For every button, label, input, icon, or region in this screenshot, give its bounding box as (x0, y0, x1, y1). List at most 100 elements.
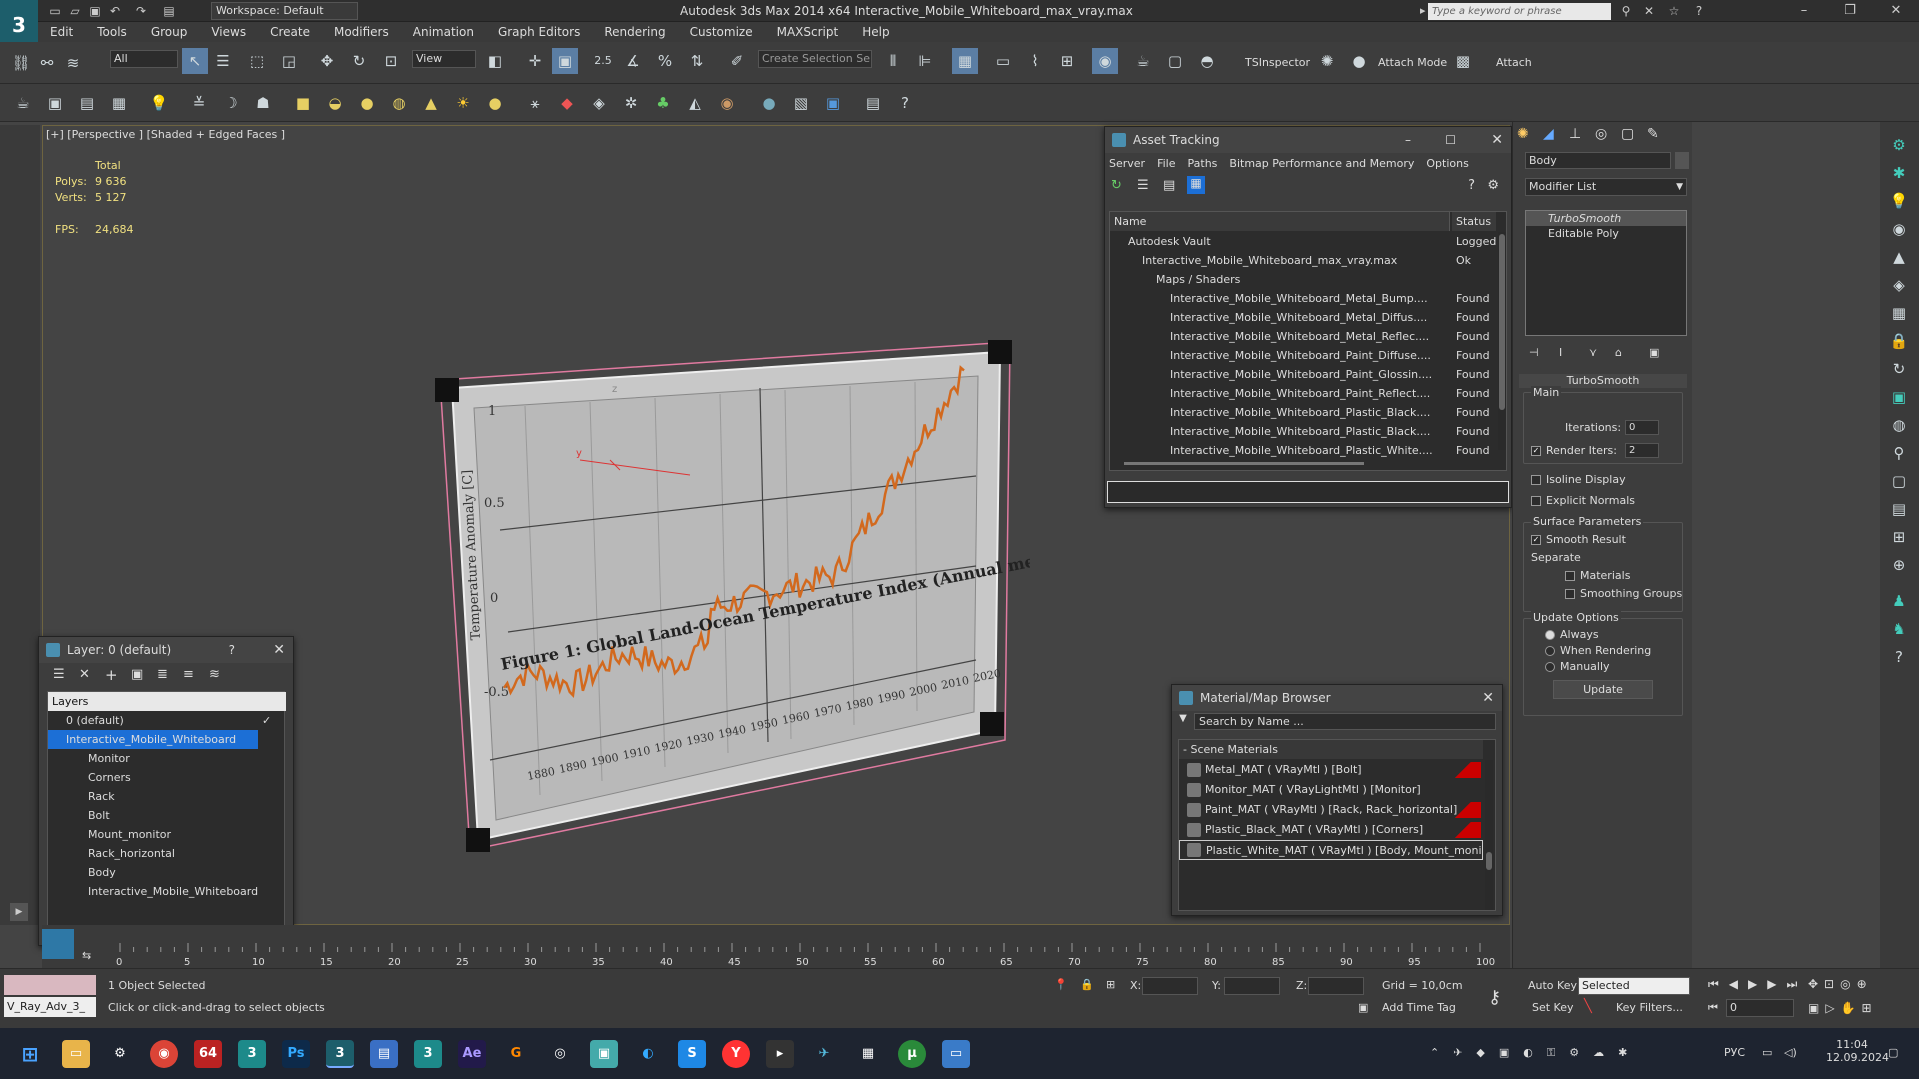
layer-current-check[interactable] (262, 844, 278, 863)
toolbar-help-icon[interactable]: ? (892, 90, 918, 116)
file-explorer-icon[interactable]: ▭ (62, 1040, 90, 1068)
layer-titlebar[interactable]: Layer: 0 (default) ? ✕ (39, 637, 293, 663)
layer-row[interactable]: Bolt (48, 806, 286, 825)
language-indicator[interactable]: РУС (1724, 1046, 1745, 1059)
sun-icon[interactable]: ☀ (450, 90, 476, 116)
rect-selection-icon[interactable]: ⬚ (244, 48, 270, 74)
help-icon[interactable]: ? (1690, 2, 1708, 20)
ies-light-icon[interactable]: ▲ (418, 90, 444, 116)
cube-icon[interactable]: ▢ (1886, 468, 1912, 494)
asset-row-name[interactable]: Interactive_Mobile_Whiteboard_Paint_Glos… (1110, 365, 1450, 384)
material-browser-titlebar[interactable]: Material/Map Browser ✕ (1172, 685, 1502, 711)
volume-icon[interactable]: ◁) (1784, 1046, 1797, 1059)
render-icon[interactable]: ◓ (1194, 48, 1220, 74)
asset-row-name[interactable]: Interactive_Mobile_Whiteboard_Plastic_Bl… (1110, 403, 1450, 422)
menu-customize[interactable]: Customize (678, 25, 765, 39)
display-tray-icon[interactable]: ▭ (1762, 1046, 1772, 1059)
scene-explorer-icon[interactable]: ⚙ (1886, 132, 1912, 158)
asset-minimize-icon[interactable]: – (1405, 127, 1411, 153)
sphere-light-icon[interactable]: ● (354, 90, 380, 116)
asset-row-name[interactable]: Interactive_Mobile_Whiteboard_Metal_Diff… (1110, 308, 1450, 327)
select-by-name-icon[interactable]: ☰ (210, 48, 236, 74)
terminal-icon[interactable]: ▸ (766, 1040, 794, 1068)
col-status-header[interactable]: Status (1452, 212, 1496, 231)
col-name-header[interactable]: Name (1110, 212, 1450, 231)
ambient-light-icon[interactable]: ● (482, 90, 508, 116)
material-scrollbar[interactable] (1485, 760, 1493, 910)
link-icon[interactable]: ⛓ (8, 50, 34, 76)
orbit-icon[interactable]: ⊕ (1886, 552, 1912, 578)
scale-icon[interactable]: ⊡ (378, 48, 404, 74)
frame-buffer-icon[interactable]: ▣ (42, 90, 68, 116)
windows-start-icon[interactable]: ⊞ (16, 1040, 44, 1068)
list-view-icon[interactable]: ☰ (1137, 178, 1149, 193)
window-crossing-icon[interactable]: ◲ (276, 48, 302, 74)
menu-maxscript[interactable]: MAXScript (765, 25, 851, 39)
sliders-icon[interactable]: ≚ (186, 90, 212, 116)
bind-space-warp-icon[interactable]: ≋ (60, 50, 86, 76)
lock-icon[interactable]: 🔒 (1886, 328, 1912, 354)
open-file-icon[interactable]: ▱ (66, 2, 84, 20)
asset-row-name[interactable]: Interactive_Mobile_Whiteboard_Paint_Diff… (1110, 346, 1450, 365)
viewport-label[interactable]: [+] [Perspective ] [Shaded + Edged Faces… (46, 128, 285, 141)
plane-light-icon[interactable]: ■ (290, 90, 316, 116)
ref-coord-dropdown[interactable]: View (412, 50, 476, 68)
3dsmax-alt-icon[interactable]: 3 (414, 1040, 442, 1068)
layer-row[interactable]: Monitor (48, 749, 286, 768)
script-listener-input[interactable]: V_Ray_Adv_3_ (4, 997, 96, 1017)
minimize-icon[interactable]: – (1781, 0, 1827, 22)
character-icon[interactable]: ♟ (1886, 588, 1912, 614)
table-view-icon[interactable]: ▦ (1187, 176, 1205, 194)
app-64-icon[interactable]: 64 (194, 1040, 222, 1068)
viewport-nav-bottom[interactable]: ▣▷✋⊞ (1808, 1001, 1878, 1015)
calculator-icon[interactable]: ▦ (854, 1040, 882, 1068)
asset-row-name[interactable]: Interactive_Mobile_Whiteboard_Plastic_Bl… (1110, 422, 1450, 441)
utorrent-icon[interactable]: μ (898, 1040, 926, 1068)
schematic-view-icon[interactable]: ⊞ (1054, 48, 1080, 74)
asset-menu-paths[interactable]: Paths (1188, 157, 1218, 170)
move-icon[interactable]: ✥ (314, 48, 340, 74)
hierarchy-tab-icon[interactable]: ⊥ (1569, 126, 1581, 142)
material-item[interactable]: Plastic_White_MAT ( VRayMtl ) [Body, Mou… (1179, 840, 1483, 860)
dome-light-icon[interactable]: ◒ (322, 90, 348, 116)
checker-icon[interactable]: ▩ (1450, 48, 1476, 74)
layer-current-check[interactable] (262, 863, 278, 882)
layer-highlight-icon[interactable]: ≣ (157, 667, 168, 682)
render-iters-spinner[interactable]: 2 (1625, 443, 1659, 458)
store-icon[interactable]: S (678, 1040, 706, 1068)
layer-row[interactable]: Interactive_Mobile_Whiteboard (48, 730, 258, 749)
make-unique-icon[interactable]: ⋎ (1589, 346, 1597, 359)
asset-scrollbar[interactable] (1498, 232, 1506, 450)
manipulate-icon[interactable]: ✛ (522, 48, 548, 74)
refresh-icon[interactable]: ↻ (1111, 178, 1122, 193)
material-item[interactable]: Paint_MAT ( VRayMtl ) [Rack, Rack_horizo… (1179, 800, 1483, 820)
proxy-icon[interactable]: ◆ (554, 90, 580, 116)
menu-modifiers[interactable]: Modifiers (322, 25, 401, 39)
manually-radio[interactable] (1545, 662, 1555, 672)
smooth-result-row[interactable]: ✓ Smooth Result (1531, 533, 1626, 546)
timeline-ruler[interactable]: 0 5 10 15 20 25 30 35 40 45 50 55 60 65 70 75 80 85 90 95 10… (92, 925, 1512, 968)
unlink-icon[interactable]: ⚯ (34, 50, 60, 76)
clock[interactable]: 11:04 12.09.2024 (1826, 1038, 1889, 1064)
modifier-list-dropdown[interactable]: Modifier List ▼ (1525, 178, 1687, 196)
configure-sets-icon[interactable]: ▣ (1649, 346, 1659, 359)
percent-snap-icon[interactable]: % (652, 48, 678, 74)
smoothing-groups-checkbox[interactable] (1565, 589, 1575, 599)
stack-turbosmooth[interactable]: TurboSmooth (1526, 211, 1686, 226)
key-mode-dropdown[interactable]: Selected (1578, 977, 1690, 995)
restore-icon[interactable]: ❐ (1827, 0, 1873, 22)
sphere-icon[interactable]: ◉ (1886, 216, 1912, 242)
layer-create-icon[interactable]: ☰ (53, 667, 65, 682)
layer-delete-icon[interactable]: ✕ (79, 667, 90, 682)
menu-tools[interactable]: Tools (85, 25, 139, 39)
spinner-snap-icon[interactable]: ⇅ (684, 48, 710, 74)
isoline-row[interactable]: Isoline Display (1531, 473, 1626, 486)
modify-tab-icon[interactable]: ◢ (1543, 126, 1554, 142)
layer-row[interactable]: Body (48, 863, 286, 882)
stack-editable-poly[interactable]: Editable Poly (1526, 226, 1686, 241)
layer-close-icon[interactable]: ✕ (273, 637, 285, 663)
bone-icon[interactable]: ⚲ (1886, 440, 1912, 466)
fur-object-icon[interactable]: ♣ (650, 90, 676, 116)
material-item[interactable]: Monitor_MAT ( VRayLightMtl ) [Monitor] (1179, 780, 1483, 800)
menu-edit[interactable]: Edit (38, 25, 85, 39)
